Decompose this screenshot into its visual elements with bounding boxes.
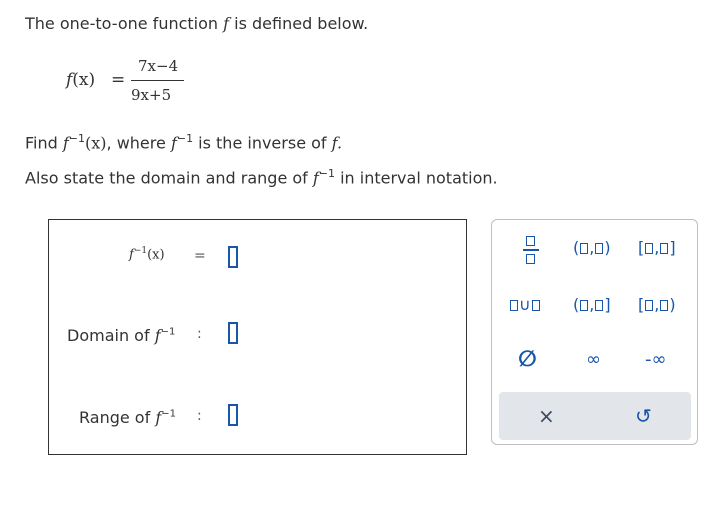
domain-label: Domain of f−1 bbox=[67, 326, 176, 345]
undo-icon[interactable]: ↺ bbox=[635, 404, 652, 428]
fraction-bar-icon bbox=[523, 249, 539, 251]
fraction-bar bbox=[131, 80, 184, 81]
math-palette: (,) [,] ∪ (,] [,) ∅ ∞ -∞ × ↺ bbox=[491, 219, 698, 445]
open-closed-interval-button[interactable]: (,] bbox=[573, 295, 611, 314]
range-label: Range of f−1 bbox=[79, 408, 176, 427]
question-intro: The one-to-one function f is defined bel… bbox=[25, 14, 369, 33]
domain-colon: : bbox=[197, 326, 202, 342]
palette-footer: × ↺ bbox=[499, 392, 691, 440]
find-instruction: Find f−1(x), where f−1 is the inverse of… bbox=[25, 132, 343, 153]
closed-closed-interval-button[interactable]: [,] bbox=[638, 238, 676, 257]
fraction-denominator: 9x+5 bbox=[131, 86, 172, 104]
empty-set-button[interactable]: ∅ bbox=[518, 347, 537, 372]
equals-sign: = bbox=[111, 70, 126, 90]
closed-open-interval-button[interactable]: [,) bbox=[638, 295, 676, 314]
fraction-num-icon bbox=[526, 236, 535, 246]
range-input[interactable] bbox=[228, 404, 238, 426]
union-button[interactable]: ∪ bbox=[509, 295, 541, 314]
fraction-numerator: 7x−4 bbox=[138, 57, 179, 75]
fraction-den-icon bbox=[526, 254, 535, 264]
inverse-label: f−1(x) bbox=[129, 246, 165, 263]
clear-button[interactable]: × bbox=[538, 404, 555, 428]
function-lhs: f(x) bbox=[66, 70, 96, 90]
open-open-interval-button[interactable]: (,) bbox=[573, 238, 611, 257]
negative-infinity-button[interactable]: -∞ bbox=[645, 349, 667, 370]
domain-input[interactable] bbox=[228, 322, 238, 344]
inverse-equals: = bbox=[194, 248, 206, 264]
domain-range-instruction: Also state the domain and range of f−1 i… bbox=[25, 167, 498, 188]
range-colon: : bbox=[197, 408, 202, 424]
fraction-button[interactable] bbox=[523, 236, 539, 266]
inverse-input[interactable] bbox=[228, 246, 238, 268]
infinity-button[interactable]: ∞ bbox=[586, 349, 601, 370]
answer-box: f−1(x) = Domain of f−1 : Range of f−1 : bbox=[48, 219, 467, 455]
